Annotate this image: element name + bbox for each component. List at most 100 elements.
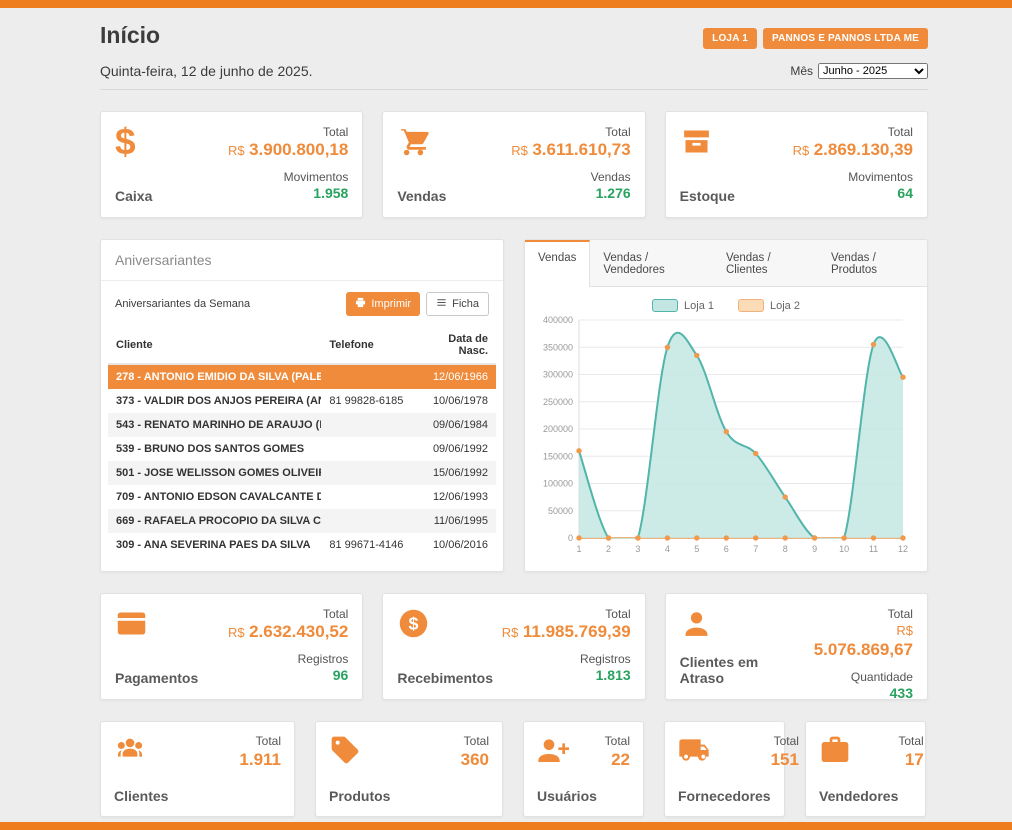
total-amount: R$ 3.611.610,73 — [511, 140, 630, 160]
amount-value: 2.632.430,52 — [249, 622, 348, 641]
people-icon — [114, 734, 168, 771]
card-usuarios-label: Usuários — [537, 788, 597, 804]
top-orange-bar — [0, 0, 1012, 8]
count-value: 151 — [771, 750, 799, 770]
card-estoque-label: Estoque — [680, 188, 735, 204]
cell-telefone — [321, 461, 418, 485]
cell-cliente: 543 - RENATO MARINHO DE ARAUJO (F... — [108, 413, 321, 437]
tab-vendas[interactable]: Vendas — [525, 240, 590, 287]
svg-text:12: 12 — [898, 544, 908, 554]
ficha-button[interactable]: Ficha — [426, 292, 489, 316]
table-row[interactable]: 669 - RAFAELA PROCOPIO DA SILVA CA... 11/… — [108, 509, 496, 533]
tab-vendas-produtos[interactable]: Vendas / Produtos — [818, 240, 927, 286]
legend-label: Loja 2 — [770, 300, 800, 312]
cell-cliente: 669 - RAFAELA PROCOPIO DA SILVA CA... — [108, 509, 321, 533]
table-row[interactable]: 373 - VALDIR DOS ANJOS PEREIRA (AN...81 … — [108, 389, 496, 413]
card-vendedores: Vendedores Total 17 — [805, 721, 926, 817]
table-row[interactable]: 543 - RENATO MARINHO DE ARAUJO (F...09/0… — [108, 413, 496, 437]
count-value: 96 — [333, 667, 349, 683]
svg-text:250000: 250000 — [543, 397, 573, 407]
table-row[interactable]: 501 - JOSE WELISSON GOMES OLIVEIR...15/0… — [108, 461, 496, 485]
list-icon — [436, 297, 447, 311]
card-clientes-atraso: Clientes em Atraso Total R$ 5.076.869,67… — [665, 593, 928, 700]
card-vendas: Vendas Total R$ 3.611.610,73 Vendas 1.27… — [382, 111, 645, 218]
current-date: Quinta-feira, 12 de junho de 2025. — [100, 63, 313, 79]
count-label: Quantidade — [851, 670, 913, 684]
total-amount: R$ 5.076.869,67 — [799, 622, 913, 660]
currency-prefix: R$ — [896, 623, 913, 638]
table-row[interactable]: 539 - BRUNO DOS SANTOS GOMES09/06/1992 — [108, 437, 496, 461]
table-row[interactable]: 309 - ANA SEVERINA PAES DA SILVA81 99671… — [108, 533, 496, 557]
tab-vendas-clientes[interactable]: Vendas / Clientes — [713, 240, 818, 286]
cart-icon — [397, 125, 446, 163]
currency-prefix: R$ — [502, 625, 519, 640]
total-label: Total — [256, 734, 281, 748]
truck-icon — [678, 734, 771, 771]
birthdays-table: Cliente Telefone Data de Nasc. 278 - ANT… — [108, 327, 496, 557]
card-usuarios: Usuários Total 22 — [523, 721, 644, 817]
month-select[interactable]: Junho - 2025 — [818, 63, 928, 79]
table-row[interactable]: 278 - ANTONIO EMIDIO DA SILVA (PALE...12… — [108, 364, 496, 389]
company-button[interactable]: PANNOS E PANNOS LTDA ME — [763, 28, 928, 49]
amount-value: 3.611.610,73 — [532, 140, 630, 159]
svg-text:150000: 150000 — [543, 451, 573, 461]
svg-text:1: 1 — [576, 544, 581, 554]
card-estoque: Estoque Total R$ 2.869.130,39 Movimentos… — [665, 111, 928, 218]
svg-text:8: 8 — [783, 544, 788, 554]
chart-legend: Loja 1Loja 2 — [533, 299, 919, 312]
cell-telefone: 81 99828-6185 — [321, 389, 418, 413]
svg-text:9: 9 — [812, 544, 817, 554]
cell-cliente: 709 - ANTONIO EDSON CAVALCANTE D... — [108, 485, 321, 509]
tab-vendas-vendedores[interactable]: Vendas / Vendedores — [590, 240, 713, 286]
card-caixa: $ Caixa Total R$ 3.900.800,18 Movimentos… — [100, 111, 363, 218]
birthdays-subtitle: Aniversariantes da Semana — [115, 298, 250, 310]
count-label: Registros — [580, 652, 631, 666]
cell-nasc: 12/06/1966 — [418, 364, 496, 389]
col-data-nasc: Data de Nasc. — [418, 327, 496, 364]
total-label: Total — [898, 734, 923, 748]
chart-body: Loja 1Loja 2 050000100000150000200000250… — [525, 287, 927, 571]
cell-nasc: 10/06/1978 — [418, 389, 496, 413]
cell-nasc: 09/06/1992 — [418, 437, 496, 461]
stats-row-1: $ Caixa Total R$ 3.900.800,18 Movimentos… — [100, 111, 928, 218]
legend-item: Loja 2 — [738, 299, 800, 312]
cell-telefone — [321, 437, 418, 461]
currency-prefix: R$ — [228, 625, 245, 640]
user-plus-icon — [537, 734, 597, 771]
count-label: Movimentos — [848, 170, 913, 184]
currency-prefix: R$ — [793, 143, 810, 158]
stats-row-3: Clientes Total 1.911 Produtos Total 360 … — [100, 721, 928, 817]
table-row[interactable]: 709 - ANTONIO EDSON CAVALCANTE D... 12/06… — [108, 485, 496, 509]
amount-value: 5.076.869,67 — [814, 640, 913, 659]
total-amount: R$ 3.900.800,18 — [228, 140, 348, 160]
cell-telefone — [321, 509, 418, 533]
cell-cliente: 373 - VALDIR DOS ANJOS PEREIRA (AN... — [108, 389, 321, 413]
cell-nasc: 11/06/1995 — [418, 509, 496, 533]
print-button[interactable]: Imprimir — [346, 292, 420, 316]
count-value: 17 — [905, 750, 924, 770]
card-recebimentos-label: Recebimentos — [397, 670, 493, 686]
amount-value: 3.900.800,18 — [249, 140, 348, 159]
count-label: Movimentos — [284, 170, 349, 184]
print-button-label: Imprimir — [371, 298, 411, 310]
currency-prefix: R$ — [228, 143, 245, 158]
bottom-orange-bar — [0, 822, 1012, 830]
card-caixa-label: Caixa — [115, 188, 152, 204]
count-value: 360 — [461, 750, 489, 770]
col-telefone: Telefone — [321, 327, 418, 364]
store-button[interactable]: LOJA 1 — [703, 28, 757, 49]
card-clientes-label: Clientes — [114, 788, 168, 804]
header-buttons: LOJA 1 PANNOS E PANNOS LTDA ME — [703, 28, 928, 49]
svg-text:6: 6 — [724, 544, 729, 554]
svg-text:10: 10 — [839, 544, 849, 554]
page-header: Início LOJA 1 PANNOS E PANNOS LTDA ME — [100, 22, 928, 49]
cell-cliente: 501 - JOSE WELISSON GOMES OLIVEIR... — [108, 461, 321, 485]
card-clientes-atraso-label: Clientes em Atraso — [680, 654, 799, 686]
dashboard-content: Início LOJA 1 PANNOS E PANNOS LTDA ME Qu… — [100, 0, 928, 817]
birthdays-panel: Aniversariantes Aniversariantes da Seman… — [100, 239, 504, 572]
cell-nasc: 12/06/1993 — [418, 485, 496, 509]
total-amount: R$ 11.985.769,39 — [502, 622, 631, 642]
total-label: Total — [464, 734, 489, 748]
total-label: Total — [323, 125, 348, 139]
tag-icon — [329, 734, 390, 771]
